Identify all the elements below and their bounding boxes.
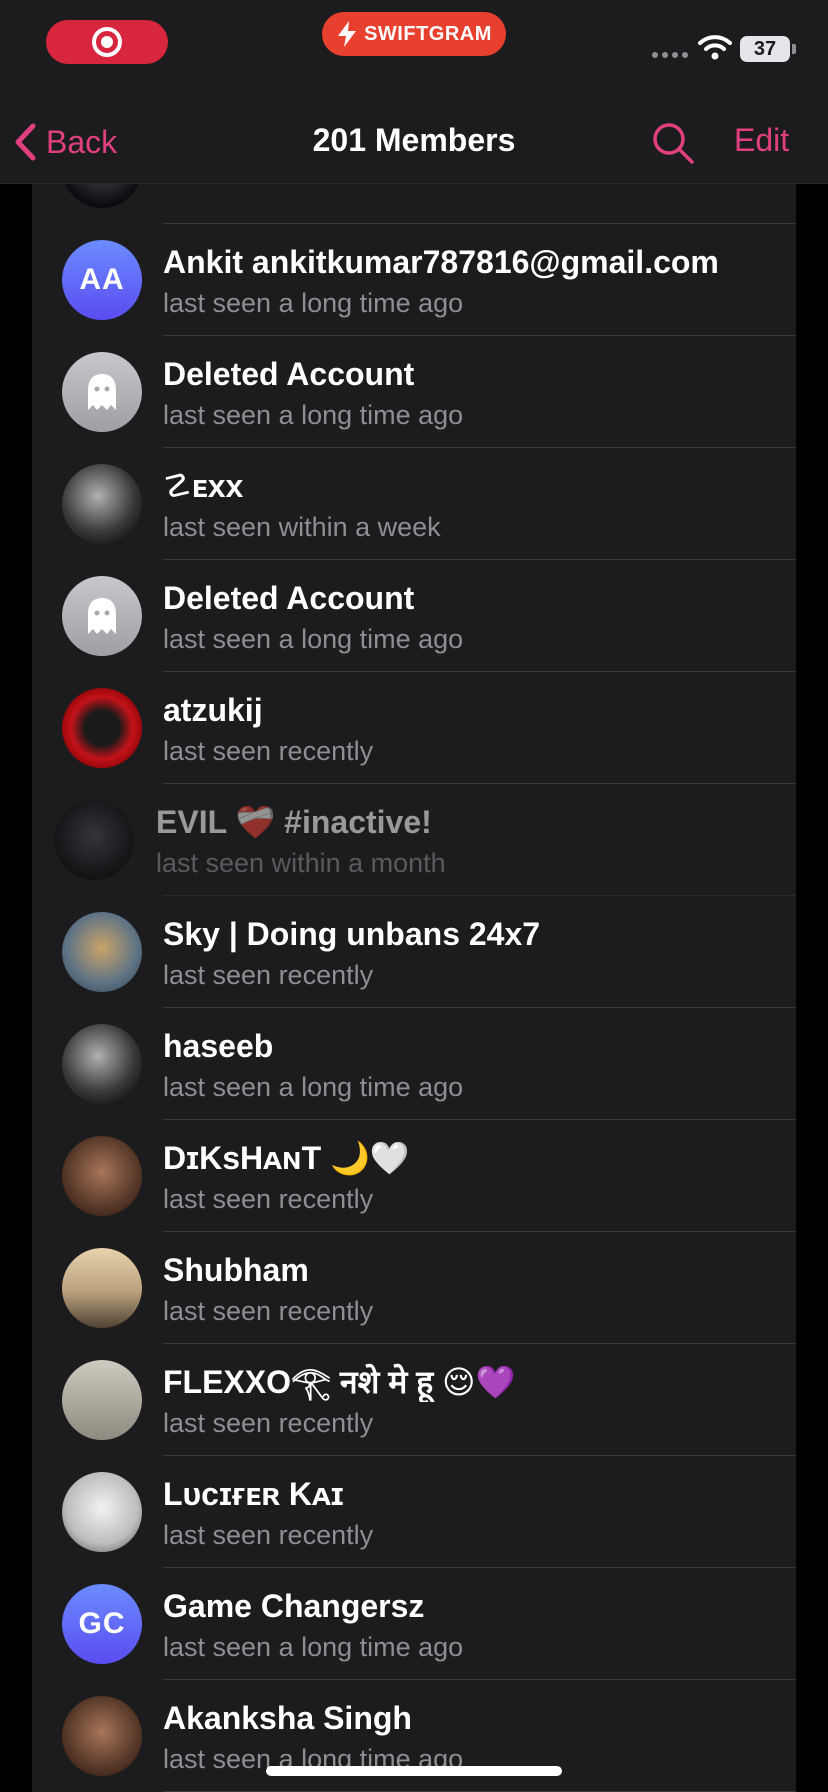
home-indicator[interactable]	[266, 1766, 562, 1776]
back-label: Back	[46, 123, 118, 160]
member-status: last seen recently	[163, 960, 374, 990]
member-status: last seen a long time ago	[163, 288, 464, 318]
member-row[interactable]: EVIL ❤️‍🩹 #inactive! last seen within a m…	[32, 784, 796, 896]
screen-recording-indicator[interactable]	[46, 20, 168, 64]
battery-level: 37	[740, 36, 790, 62]
member-name: Deleted Account	[163, 356, 415, 392]
member-row[interactable]: Deleted Account last seen a long time ago	[32, 560, 796, 672]
back-button[interactable]: Back	[14, 120, 117, 164]
avatar-initials: AA	[79, 263, 125, 296]
avatar	[62, 352, 142, 432]
search-icon[interactable]	[650, 120, 696, 166]
avatar	[62, 464, 142, 544]
member-row[interactable]: Shubham last seen recently	[32, 1232, 796, 1344]
member-row[interactable]: atzukij last seen recently	[32, 672, 796, 784]
avatar	[54, 800, 134, 880]
member-status: last seen recently	[163, 1184, 374, 1214]
member-row[interactable]: AA Ankit ankitkumar787816@gmail.com last s…	[32, 224, 796, 336]
member-status: last seen recently	[163, 736, 374, 766]
status-bar: SWIFTGRAM 37	[0, 0, 828, 100]
avatar	[62, 1136, 142, 1216]
member-row[interactable]: GC Game Changersz last seen a long time ag…	[32, 1568, 796, 1680]
ghost-icon	[88, 374, 116, 410]
avatar: AA	[62, 240, 142, 320]
avatar	[62, 576, 142, 656]
member-status: last seen a long time ago	[163, 1632, 464, 1662]
member-name: EVIL ❤️‍🩹 #inactive!	[156, 804, 432, 840]
avatar	[62, 1024, 142, 1104]
member-name: Game Changersz	[163, 1588, 425, 1624]
avatar	[62, 1248, 142, 1328]
members-list-container[interactable]: last seen recently AA Ankit ankitkumar7878…	[32, 184, 796, 1792]
member-row[interactable]: haseeb last seen a long time ago	[32, 1008, 796, 1120]
member-status: last seen within a month	[156, 848, 446, 878]
avatar	[62, 1472, 142, 1552]
lightning-icon	[338, 21, 357, 47]
members-list: last seen recently AA Ankit ankitkumar7878…	[32, 184, 796, 1792]
avatar	[62, 688, 142, 768]
wifi-icon	[698, 35, 732, 60]
member-name: Shubham	[163, 1252, 309, 1288]
member-name: DɪKsHᴀɴT 🌙🤍	[163, 1140, 410, 1176]
ghost-icon	[88, 598, 116, 634]
member-name: Akanksha Singh	[163, 1700, 412, 1736]
member-status: last seen a long time ago	[163, 400, 464, 430]
avatar	[62, 184, 142, 208]
member-status: last seen a long time ago	[163, 624, 464, 654]
battery-tip	[792, 44, 796, 54]
member-row[interactable]: last seen recently	[32, 184, 796, 224]
member-row[interactable]: Deleted Account last seen a long time ago	[32, 336, 796, 448]
member-status: last seen within a week	[163, 512, 441, 542]
member-name: haseeb	[163, 1028, 274, 1064]
member-row[interactable]: ☡ᴇxx last seen within a week	[32, 448, 796, 560]
member-status: last seen a long time ago	[163, 1072, 464, 1102]
member-name: Lᴜᴄɪғᴇʀ Kᴀɪ	[163, 1476, 344, 1512]
page-title: 201 Members	[312, 122, 516, 158]
member-name: ☡ᴇxx	[163, 468, 244, 504]
record-icon	[92, 27, 122, 57]
member-row[interactable]: Lᴜᴄɪғᴇʀ Kᴀɪ last seen recently	[32, 1456, 796, 1568]
avatar	[62, 912, 142, 992]
member-name: Sky | Doing unbans 24x7	[163, 916, 541, 952]
member-status: last seen recently	[163, 1408, 374, 1438]
member-status: last seen recently	[163, 1296, 374, 1326]
app-badge-label: SWIFTGRAM	[364, 22, 492, 45]
member-name: atzukij	[163, 692, 263, 728]
avatar-initials: GC	[78, 1607, 126, 1640]
app-badge: SWIFTGRAM	[322, 12, 506, 56]
screen: SWIFTGRAM 37 Back 201 Members Edit last …	[0, 0, 828, 1792]
member-name: Ankit ankitkumar787816@gmail.com	[163, 244, 719, 280]
edit-button[interactable]: Edit	[734, 122, 789, 159]
cellular-signal-icon	[652, 52, 688, 58]
member-name: Deleted Account	[163, 580, 415, 616]
member-row[interactable]: DɪKsHᴀɴT 🌙🤍 last seen recently	[32, 1120, 796, 1232]
member-row[interactable]: Sky | Doing unbans 24x7 last seen recentl…	[32, 896, 796, 1008]
avatar: GC	[62, 1584, 142, 1664]
navigation-bar: Back 201 Members Edit	[0, 100, 828, 184]
member-status: last seen recently	[163, 1520, 374, 1550]
avatar	[62, 1696, 142, 1776]
chevron-left-icon	[15, 123, 36, 161]
member-row[interactable]: FLEXXO𓂀 नशे मे हू 😌💜 last seen recently	[32, 1344, 796, 1456]
avatar	[62, 1360, 142, 1440]
member-name: FLEXXO𓂀 नशे मे हू 😌💜	[163, 1364, 516, 1400]
